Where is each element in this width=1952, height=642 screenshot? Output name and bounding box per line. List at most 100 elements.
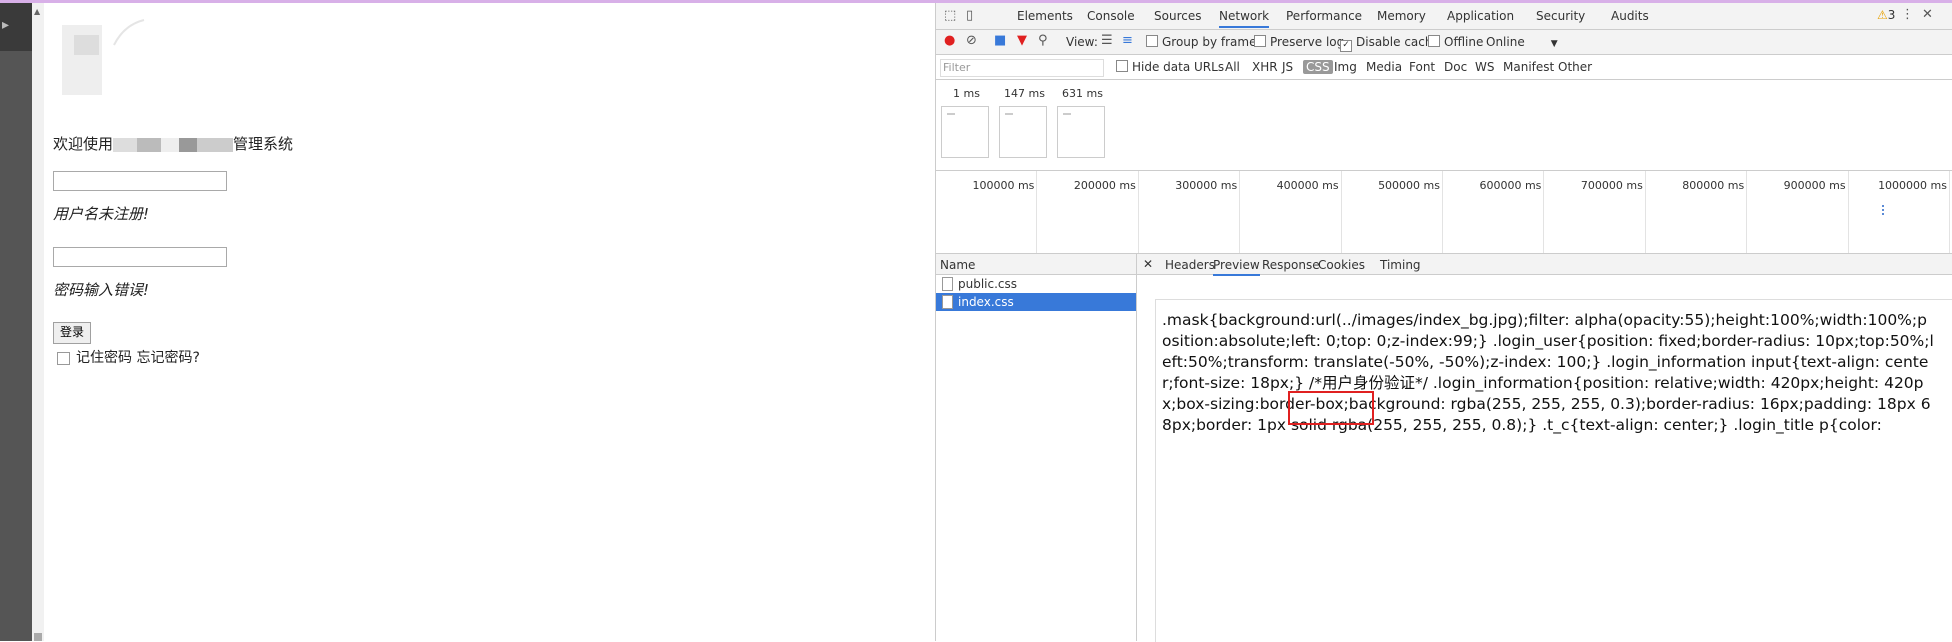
- frame-time: 631 ms: [1062, 87, 1103, 100]
- left-side-panel: ▸: [0, 3, 32, 641]
- timeline-gridline: [1036, 171, 1038, 253]
- capture-screenshots-icon[interactable]: ■: [994, 33, 1006, 48]
- tab-application[interactable]: Application: [1447, 9, 1514, 23]
- tab-timing[interactable]: Timing: [1380, 258, 1421, 272]
- offline-option[interactable]: Offline: [1428, 35, 1483, 49]
- filter-css[interactable]: CSS: [1303, 60, 1333, 74]
- view-label: View:: [1066, 35, 1098, 49]
- timeline-tick-label: 400000 ms: [1276, 179, 1339, 192]
- timeline-gridline: [1644, 171, 1646, 253]
- filter-other[interactable]: Other: [1558, 60, 1592, 74]
- tab-elements[interactable]: Elements: [1017, 9, 1073, 23]
- settings-menu-icon[interactable]: ⋮: [1901, 7, 1914, 22]
- filter-js[interactable]: JS: [1282, 60, 1293, 74]
- disable-cache-checkbox[interactable]: ✓: [1340, 40, 1352, 52]
- timeline-gridline: [1340, 171, 1342, 253]
- network-timeline-overview[interactable]: 100000 ms 200000 ms 300000 ms 400000 ms 5000…: [936, 171, 1952, 254]
- record-icon[interactable]: ●: [944, 33, 955, 48]
- password-error-message: 密码输入错误!: [53, 281, 150, 299]
- filter-input[interactable]: Filter: [940, 59, 1104, 77]
- throttling-select[interactable]: Online ▼: [1486, 35, 1558, 49]
- frame-time: 1 ms: [953, 87, 980, 100]
- timeline-gridline: [1543, 171, 1545, 253]
- large-rows-icon[interactable]: ☰: [1101, 33, 1113, 48]
- hide-data-urls-option[interactable]: Hide data URLs: [1116, 60, 1224, 74]
- preserve-log-checkbox[interactable]: [1254, 35, 1266, 47]
- request-name: index.css: [958, 295, 1014, 309]
- remember-row: 记住密码 忘记密码?: [57, 347, 200, 367]
- request-row[interactable]: public.css: [936, 275, 1136, 293]
- tab-audits[interactable]: Audits: [1611, 9, 1649, 23]
- timeline-tick-label: 600000 ms: [1479, 179, 1542, 192]
- request-name: public.css: [958, 277, 1018, 291]
- screenshot-frame[interactable]: [999, 106, 1047, 158]
- scroll-up-icon[interactable]: ▲: [34, 7, 40, 16]
- tab-security[interactable]: Security: [1536, 9, 1585, 23]
- css-preview-text: .mask{background:url(../images/index_bg.…: [1162, 311, 1934, 434]
- red-highlight-box: [1288, 391, 1374, 425]
- filter-icon[interactable]: ▼: [1017, 33, 1027, 48]
- tab-memory[interactable]: Memory: [1377, 9, 1426, 23]
- tab-sources[interactable]: Sources: [1154, 9, 1201, 23]
- close-devtools-icon[interactable]: ✕: [1922, 7, 1933, 22]
- tab-preview[interactable]: Preview: [1213, 258, 1260, 276]
- remember-label[interactable]: 记住密码: [76, 350, 132, 366]
- username-error-message: 用户名未注册!: [53, 205, 150, 223]
- forgot-password-link[interactable]: 忘记密码?: [136, 350, 199, 366]
- password-input[interactable]: [53, 247, 227, 267]
- preview-content[interactable]: .mask{background:url(../images/index_bg.…: [1155, 299, 1952, 642]
- group-by-frame-checkbox[interactable]: [1146, 35, 1158, 47]
- search-icon[interactable]: ⚲: [1038, 33, 1048, 48]
- tab-network[interactable]: Network: [1219, 9, 1270, 28]
- request-detail-pane: ✕ Headers Preview Response Cookies Timin…: [1137, 254, 1952, 642]
- name-column-header[interactable]: Name: [936, 254, 1136, 275]
- filter-img[interactable]: Img: [1334, 60, 1357, 74]
- tab-cookies[interactable]: Cookies: [1318, 258, 1365, 272]
- file-icon: [942, 277, 953, 291]
- filter-manifest[interactable]: Manifest: [1503, 60, 1554, 74]
- device-toolbar-icon[interactable]: ▯: [966, 8, 973, 23]
- frame-time: 147 ms: [1004, 87, 1045, 100]
- hide-data-urls-checkbox[interactable]: [1116, 60, 1128, 72]
- tab-headers[interactable]: Headers: [1165, 258, 1215, 272]
- screenshot-frame[interactable]: [1057, 106, 1105, 158]
- login-page: 欢迎使用 管理系统 用户名未注册! 密码输入错误! 登录 记住密码 忘记密码?: [44, 3, 934, 641]
- filter-xhr[interactable]: XHR: [1252, 60, 1278, 74]
- timeline-tick-label: 300000 ms: [1175, 179, 1238, 192]
- preserve-log-option[interactable]: Preserve log: [1254, 35, 1344, 49]
- timeline-gridline: [1137, 171, 1139, 253]
- expand-arrow-icon[interactable]: ▸: [2, 17, 9, 33]
- username-input[interactable]: [53, 171, 227, 191]
- timeline-tick-label: 800000 ms: [1682, 179, 1745, 192]
- warning-icon[interactable]: ⚠3: [1877, 8, 1895, 22]
- offline-checkbox[interactable]: [1428, 35, 1440, 47]
- timeline-tick-label: 200000 ms: [1073, 179, 1136, 192]
- detail-tab-bar: ✕ Headers Preview Response Cookies Timin…: [1137, 254, 1952, 276]
- close-detail-icon[interactable]: ✕: [1143, 257, 1153, 271]
- timeline-tick-label: 700000 ms: [1580, 179, 1643, 192]
- filter-all[interactable]: All: [1225, 60, 1240, 74]
- login-button[interactable]: 登录: [53, 322, 92, 344]
- request-row[interactable]: index.css: [936, 293, 1136, 311]
- inspect-element-icon[interactable]: ⬚: [944, 8, 956, 23]
- filter-ws[interactable]: WS: [1475, 60, 1494, 74]
- group-by-frame-option[interactable]: Group by frame: [1146, 35, 1256, 49]
- warning-count: 3: [1887, 8, 1896, 22]
- clear-icon[interactable]: ⊘: [966, 33, 977, 48]
- blurred-system-name: [113, 137, 234, 152]
- tab-response[interactable]: Response: [1262, 258, 1320, 272]
- scroll-thumb[interactable]: [34, 633, 42, 641]
- screenshot-frame[interactable]: [941, 106, 989, 158]
- network-toolbar: ● ⊘ ■ ▼ ⚲ View: ☰ ≡ Group by frame Prese…: [936, 30, 1952, 55]
- disable-cache-option[interactable]: ✓ Disable cache: [1340, 35, 1440, 52]
- remember-checkbox[interactable]: [57, 351, 70, 365]
- devtools-panel: ⬚ ▯ Elements Console Sources Network Per…: [935, 3, 1952, 642]
- filter-doc[interactable]: Doc: [1444, 60, 1467, 74]
- filter-font[interactable]: Font: [1409, 60, 1435, 74]
- tab-console[interactable]: Console: [1087, 9, 1135, 23]
- filter-media[interactable]: Media: [1366, 60, 1402, 74]
- screenshot-filmstrip: 1 ms 147 ms 631 ms: [936, 80, 1952, 171]
- waterfall-view-icon[interactable]: ≡: [1122, 33, 1133, 48]
- tab-performance[interactable]: Performance: [1286, 9, 1362, 23]
- file-icon: [942, 295, 953, 309]
